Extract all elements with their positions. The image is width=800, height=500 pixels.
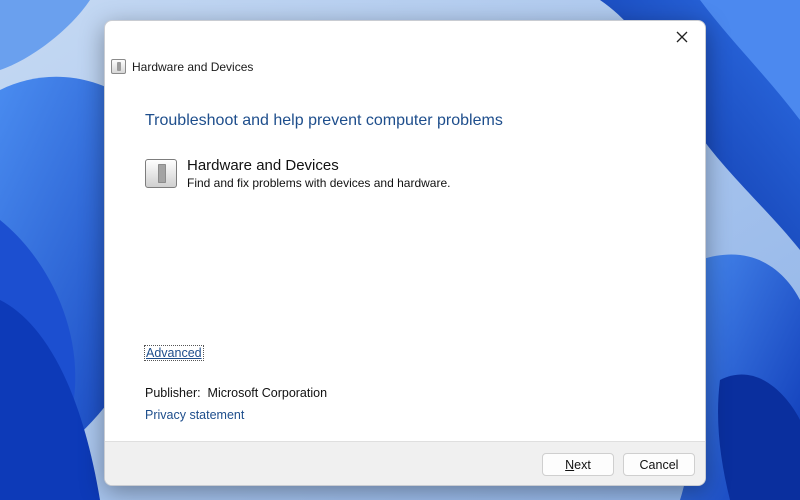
page-heading: Troubleshoot and help prevent computer p… (145, 112, 503, 129)
dialog-footer: Next Cancel (105, 441, 705, 485)
window-title-bar: Hardware and Devices (111, 59, 253, 74)
hardware-device-icon (111, 59, 126, 74)
window-title: Hardware and Devices (132, 59, 254, 74)
close-icon (676, 31, 688, 43)
advanced-link[interactable]: Advanced (144, 345, 204, 361)
close-button[interactable] (667, 25, 697, 49)
privacy-statement-link[interactable]: Privacy statement (145, 408, 244, 422)
next-button[interactable]: Next (542, 453, 614, 476)
publisher-value: Microsoft Corporation (207, 386, 328, 400)
publisher-info: Publisher: Microsoft Corporation (145, 386, 327, 400)
item-title: Hardware and Devices (187, 157, 339, 174)
troubleshooter-dialog: Hardware and Devices Troubleshoot and he… (104, 20, 706, 486)
publisher-label: Publisher: (145, 386, 201, 400)
hardware-device-icon (145, 159, 177, 188)
next-label-rest: ext (574, 457, 591, 472)
cancel-button[interactable]: Cancel (623, 453, 695, 476)
troubleshooter-item: Hardware and Devices Find and fix proble… (145, 157, 450, 192)
next-access-key: N (565, 457, 575, 472)
item-description: Find and fix problems with devices and h… (187, 176, 451, 190)
